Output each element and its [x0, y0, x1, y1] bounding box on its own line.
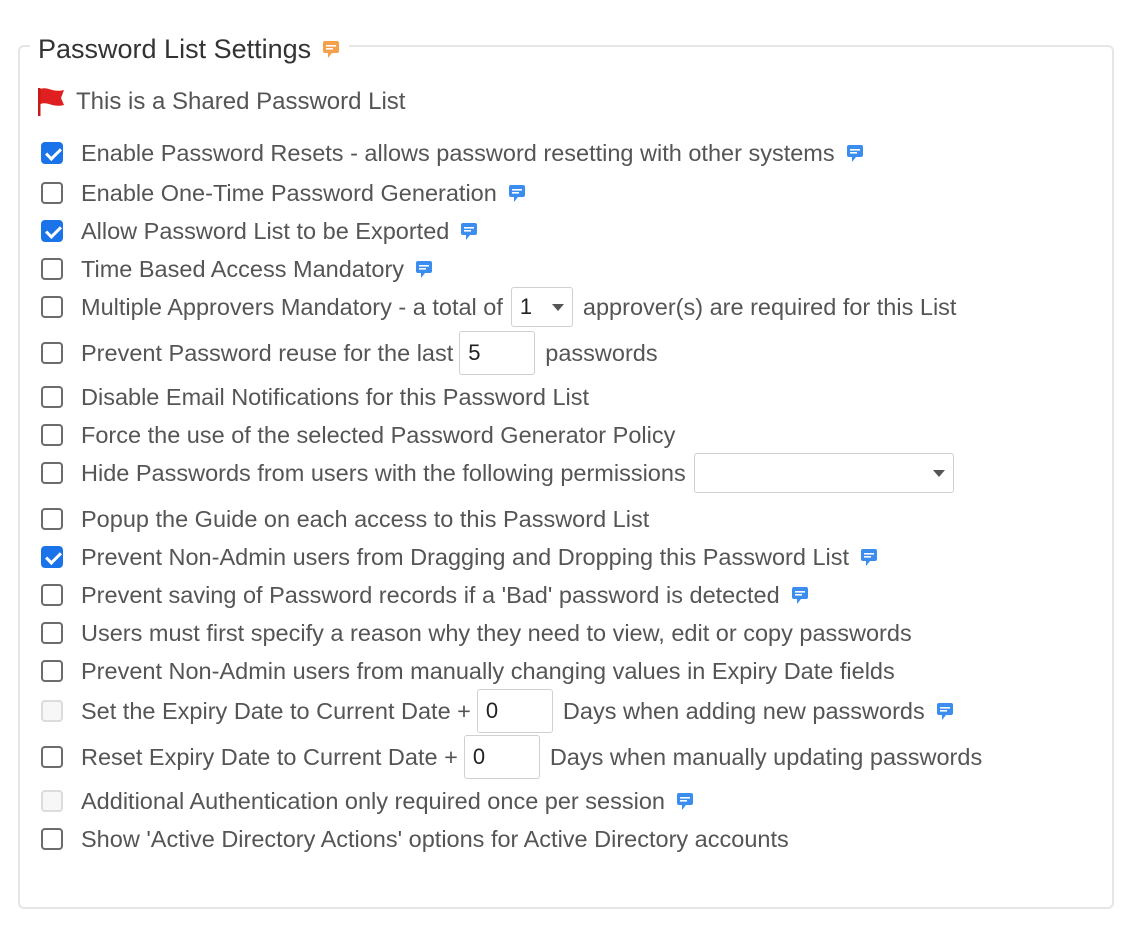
option-label: Set the Expiry Date to Current Date +	[81, 697, 471, 724]
option-label-suffix: Days when adding new passwords	[562, 697, 925, 724]
option-checkbox[interactable]	[41, 258, 63, 280]
option-row: Show 'Active Directory Actions' options …	[41, 819, 789, 859]
fieldset-legend: Password List Settings	[30, 30, 350, 68]
option-label: Users must first specify a reason why th…	[81, 619, 912, 646]
option-row: Prevent saving of Password records if a …	[41, 575, 810, 615]
option-row: Time Based Access Mandatory	[41, 249, 434, 289]
option-checkbox[interactable]	[41, 142, 63, 164]
option-row: Popup the Guide on each access to this P…	[41, 499, 649, 539]
option-label: Allow Password List to be Exported	[81, 217, 450, 244]
shared-list-indicator: This is a Shared Password List	[36, 86, 405, 118]
option-checkbox[interactable]	[41, 508, 63, 530]
help-icon[interactable]	[414, 259, 434, 279]
option-row: Set the Expiry Date to Current Date +0 Da…	[41, 689, 955, 733]
option-row: Reset Expiry Date to Current Date +0 Days…	[41, 735, 983, 779]
option-checkbox[interactable]	[41, 220, 63, 242]
option-checkbox[interactable]	[41, 546, 63, 568]
number-input[interactable]: 5	[459, 331, 536, 375]
option-label: Enable Password Resets - allows password…	[81, 139, 835, 166]
approvers-count-select[interactable]: 1	[510, 287, 573, 327]
option-row: Enable One-Time Password Generation	[41, 173, 527, 213]
help-icon[interactable]	[507, 183, 527, 203]
help-icon[interactable]	[859, 547, 879, 567]
option-checkbox[interactable]	[41, 462, 63, 484]
option-checkbox[interactable]	[41, 828, 63, 850]
hide-permissions-select[interactable]	[693, 453, 954, 493]
page-title: Password List Settings	[38, 33, 312, 64]
option-row: Multiple Approvers Mandatory - a total o…	[41, 287, 956, 327]
option-label: Prevent Non-Admin users from Dragging an…	[81, 543, 850, 570]
option-row: Prevent Non-Admin users from manually ch…	[41, 651, 895, 691]
option-row: Prevent Non-Admin users from Dragging an…	[41, 537, 879, 577]
option-checkbox[interactable]	[41, 584, 63, 606]
option-label: Additional Authentication only required …	[81, 787, 665, 814]
option-label: Show 'Active Directory Actions' options …	[81, 825, 789, 852]
option-label: Force the use of the selected Password G…	[81, 421, 676, 448]
option-row: Hide Passwords from users with the follo…	[41, 453, 964, 493]
option-row: Force the use of the selected Password G…	[41, 415, 675, 455]
option-label: Reset Expiry Date to Current Date +	[81, 743, 458, 770]
help-icon[interactable]	[459, 221, 479, 241]
help-icon[interactable]	[790, 585, 810, 605]
number-input[interactable]: 0	[476, 689, 553, 733]
option-label-suffix: approver(s) are required for this List	[582, 293, 957, 320]
option-row: Additional Authentication only required …	[41, 781, 695, 821]
option-row: Prevent Password reuse for the last 5 pass…	[41, 331, 658, 375]
option-label: Prevent Password reuse for the last	[81, 339, 454, 366]
option-checkbox[interactable]	[41, 296, 63, 318]
help-icon[interactable]	[935, 701, 955, 721]
option-row: Allow Password List to be Exported	[41, 211, 479, 251]
help-icon[interactable]	[845, 143, 865, 163]
option-checkbox[interactable]	[41, 182, 63, 204]
red-flag-icon	[36, 86, 66, 118]
option-label-suffix: passwords	[545, 339, 658, 366]
option-label: Popup the Guide on each access to this P…	[81, 505, 650, 532]
option-label: Hide Passwords from users with the follo…	[81, 459, 686, 486]
option-row: Disable Email Notifications for this Pas…	[41, 377, 589, 417]
option-label: Prevent Non-Admin users from manually ch…	[81, 657, 895, 684]
option-label: Prevent saving of Password records if a …	[81, 581, 780, 608]
option-checkbox[interactable]	[41, 622, 63, 644]
help-icon[interactable]	[321, 39, 341, 59]
option-checkbox	[41, 700, 63, 722]
option-label: Time Based Access Mandatory	[81, 255, 405, 282]
number-input[interactable]: 0	[463, 735, 540, 779]
option-label: Enable One-Time Password Generation	[81, 179, 497, 206]
select-value: 1	[519, 294, 533, 319]
option-checkbox[interactable]	[41, 746, 63, 768]
option-label: Disable Email Notifications for this Pas…	[81, 383, 590, 410]
help-icon[interactable]	[675, 791, 695, 811]
option-row: Enable Password Resets - allows password…	[41, 133, 865, 173]
option-checkbox[interactable]	[41, 342, 63, 364]
option-checkbox	[41, 790, 63, 812]
option-checkbox[interactable]	[41, 660, 63, 682]
option-label: Multiple Approvers Mandatory - a total o…	[81, 293, 503, 320]
shared-list-text: This is a Shared Password List	[76, 88, 406, 115]
chevron-down-icon	[932, 469, 945, 477]
option-checkbox[interactable]	[41, 386, 63, 408]
chevron-down-icon	[551, 303, 564, 311]
option-label-suffix: Days when manually updating passwords	[549, 743, 983, 770]
option-checkbox[interactable]	[41, 424, 63, 446]
option-row: Users must first specify a reason why th…	[41, 613, 912, 653]
